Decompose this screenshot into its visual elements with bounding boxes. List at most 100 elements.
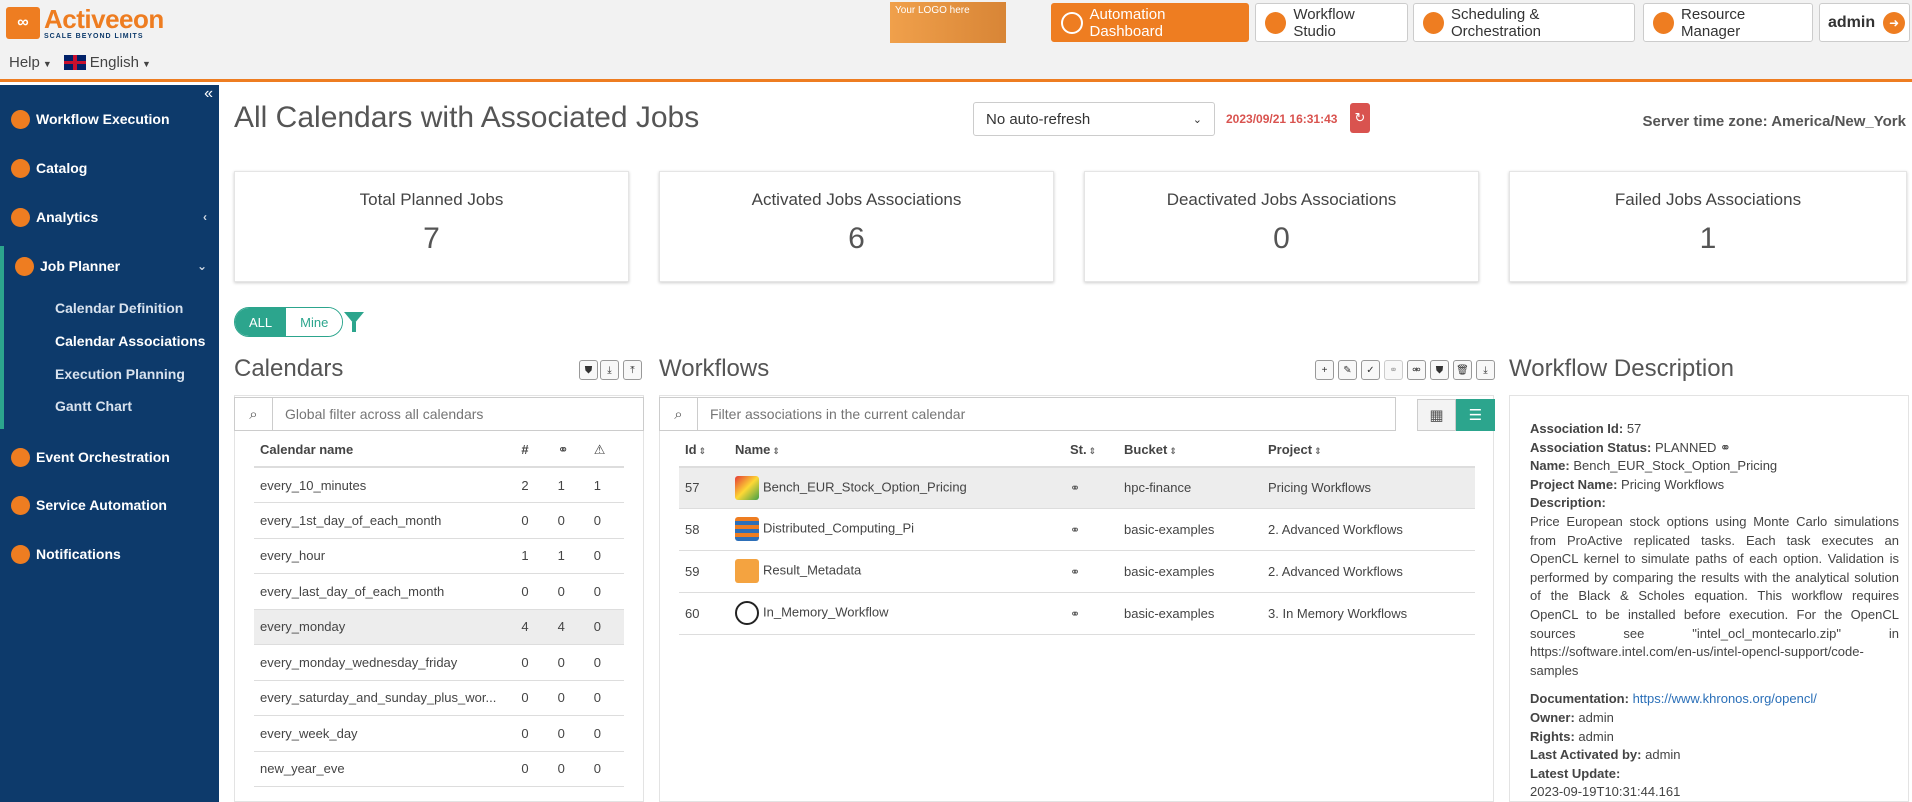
brand-name: Activeeon bbox=[44, 4, 164, 34]
col-status[interactable]: St. ⇕ bbox=[1064, 433, 1118, 468]
link-association-button[interactable]: ⚭ bbox=[1384, 360, 1403, 380]
sidebar-item-analytics[interactable]: Analytics ‹ bbox=[0, 202, 219, 232]
calendar-upload-button[interactable]: ⤒ bbox=[623, 360, 642, 380]
workflow-execution-icon bbox=[11, 109, 30, 129]
sidebar-item-workflow-execution[interactable]: Workflow Execution bbox=[0, 104, 219, 134]
warning-icon: ⚠ bbox=[593, 441, 606, 457]
sidebar-item-catalog[interactable]: Catalog bbox=[0, 153, 219, 183]
edit-association-button[interactable]: ✎ bbox=[1338, 360, 1357, 380]
project-name: Pricing Workflows bbox=[1621, 476, 1725, 492]
nav-workflow-studio[interactable]: Workflow Studio bbox=[1255, 3, 1408, 42]
link-icon: ⚭ bbox=[1070, 606, 1081, 621]
view-toggle: ▦ ☰ bbox=[1417, 399, 1495, 431]
table-row[interactable]: every_monday_wednesday_friday 0 0 0 bbox=[254, 644, 624, 681]
calendar-download-button[interactable]: ⤓ bbox=[600, 360, 619, 380]
delete-association-button[interactable]: 🗑 bbox=[1453, 360, 1472, 380]
unlink-association-button[interactable]: ⚮ bbox=[1407, 360, 1426, 380]
list-view-button[interactable]: ☰ bbox=[1456, 399, 1495, 431]
link-icon: ⚭ bbox=[1070, 564, 1081, 579]
brand-tagline: SCALE BEYOND LIMITS bbox=[44, 33, 144, 40]
grid-view-button[interactable]: ▦ bbox=[1417, 399, 1456, 431]
user-menu[interactable]: admin ➜ bbox=[1819, 3, 1910, 42]
help-menu[interactable]: Help ▼ bbox=[9, 54, 52, 71]
sidebar-subitem-gantt-chart[interactable]: Gantt Chart bbox=[55, 398, 132, 414]
link-icon: ⚭ bbox=[1070, 522, 1081, 537]
nav-resource-manager[interactable]: Resource Manager bbox=[1643, 3, 1813, 42]
table-row[interactable]: 60 In_Memory_Workflow ⚭ basic-examples 3… bbox=[679, 592, 1475, 635]
table-row[interactable]: every_last_day_of_each_month 0 0 0 bbox=[254, 573, 624, 610]
col-project[interactable]: Project ⇕ bbox=[1262, 433, 1475, 468]
calendars-title: Calendars bbox=[234, 355, 344, 382]
col-calendar-name[interactable]: Calendar name bbox=[254, 433, 516, 468]
analytics-icon bbox=[11, 207, 30, 227]
add-association-button[interactable]: + bbox=[1315, 360, 1334, 380]
col-name[interactable]: Name ⇕ bbox=[729, 433, 1064, 468]
nav-automation-dashboard[interactable]: Automation Dashboard bbox=[1051, 3, 1249, 42]
link-icon: ⚭ bbox=[1720, 439, 1731, 455]
logout-icon[interactable]: ➜ bbox=[1883, 11, 1906, 34]
activate-association-button[interactable]: ✓ bbox=[1361, 360, 1380, 380]
table-row[interactable]: 57 Bench_EUR_Stock_Option_Pricing ⚭ hpc-… bbox=[679, 467, 1475, 509]
sidebar-item-notifications[interactable]: Notifications bbox=[0, 539, 219, 569]
nav-scheduling-orchestration[interactable]: Scheduling & Orchestration bbox=[1413, 3, 1635, 42]
col-id[interactable]: Id ⇕ bbox=[679, 433, 729, 468]
stat-activated-associations: Activated Jobs Associations 6 bbox=[659, 171, 1054, 282]
workflow-search-input[interactable] bbox=[698, 399, 1395, 429]
brain-icon bbox=[735, 601, 759, 625]
check-icon: ✓ bbox=[1366, 364, 1375, 376]
table-row[interactable]: every_10_minutes 2 1 1 bbox=[254, 467, 624, 503]
association-status: PLANNED bbox=[1654, 439, 1717, 455]
sidebar-subitem-execution-planning[interactable]: Execution Planning bbox=[55, 366, 185, 382]
table-row[interactable]: every_monday 4 4 0 bbox=[254, 609, 624, 645]
table-row[interactable]: new_year_eve 0 0 0 bbox=[254, 751, 624, 787]
filter-all-button[interactable]: ALL bbox=[235, 308, 287, 336]
shield-association-button[interactable]: ⛊ bbox=[1430, 360, 1449, 380]
chevron-left-icon: ‹ bbox=[203, 210, 207, 224]
server-timezone: Server time zone: America/New_York bbox=[1642, 113, 1906, 130]
col-count[interactable]: # bbox=[515, 433, 552, 468]
table-row[interactable]: 59 Result_Metadata ⚭ basic-examples 2. A… bbox=[679, 550, 1475, 593]
sidebar-item-job-planner[interactable]: Job Planner ⌄ bbox=[4, 251, 219, 281]
link-icon: ⚭ bbox=[1389, 364, 1398, 376]
filter-icon[interactable] bbox=[344, 312, 364, 332]
sidebar-subitem-calendar-definition[interactable]: Calendar Definition bbox=[55, 300, 183, 316]
refresh-button[interactable]: ↻ bbox=[1350, 103, 1370, 133]
unlink-icon: ⚮ bbox=[1412, 364, 1421, 376]
calendars-table: Calendar name # ⚭ ⚠ every_10_minutes 2 1 1 e… bbox=[254, 433, 624, 787]
shield-icon: ⛊ bbox=[584, 364, 593, 376]
table-row[interactable]: 58 Distributed_Computing_Pi ⚭ basic-exam… bbox=[679, 508, 1475, 551]
table-row[interactable]: every_saturday_and_sunday_plus_wor... 0 0 0 bbox=[254, 680, 624, 716]
filter-mine-button[interactable]: Mine bbox=[286, 308, 343, 336]
col-warning[interactable]: ⚠ bbox=[587, 433, 624, 468]
calendar-search-input[interactable] bbox=[273, 399, 643, 429]
language-menu[interactable]: English ▼ bbox=[90, 54, 151, 71]
auto-refresh-select[interactable]: No auto-refresh ⌄ bbox=[973, 102, 1215, 136]
calendar-shield-button[interactable]: ⛊ bbox=[579, 360, 598, 380]
latest-update: 2023-09-19T10:31:44.161 bbox=[1530, 784, 1681, 800]
chevron-down-icon: ⌄ bbox=[196, 259, 207, 273]
sort-icon: ⇕ bbox=[1088, 446, 1097, 456]
opencl-gauge-icon bbox=[735, 475, 759, 500]
collapse-sidebar-icon[interactable]: « bbox=[204, 85, 213, 103]
table-row[interactable]: every_1st_day_of_each_month 0 0 0 bbox=[254, 502, 624, 539]
owner-filter-toggle: ALL Mine bbox=[234, 307, 344, 337]
col-bucket[interactable]: Bucket ⇕ bbox=[1118, 433, 1262, 468]
sidebar-item-event-orchestration[interactable]: Event Orchestration bbox=[0, 442, 219, 472]
stat-failed-associations: Failed Jobs Associations 1 bbox=[1509, 171, 1907, 282]
sidebar-item-service-automation[interactable]: Service Automation bbox=[0, 490, 219, 520]
table-row[interactable]: every_week_day 0 0 0 bbox=[254, 715, 624, 752]
workflows-table: Id ⇕ Name ⇕ St. ⇕ Bucket ⇕ Project ⇕ 57 Bench… bbox=[679, 433, 1475, 635]
page-title: All Calendars with Associated Jobs bbox=[234, 101, 700, 134]
stat-deactivated-associations: Deactivated Jobs Associations 0 bbox=[1084, 171, 1479, 282]
table-row[interactable]: every_hour 1 1 0 bbox=[254, 538, 624, 574]
download-association-button[interactable]: ⤓ bbox=[1476, 360, 1495, 380]
documentation-link[interactable]: https://www.khronos.org/opencl/ bbox=[1633, 691, 1817, 706]
link-icon: ⚭ bbox=[1070, 481, 1081, 496]
association-id: 57 bbox=[1626, 421, 1642, 436]
sidebar-subitem-calendar-associations[interactable]: Calendar Associations bbox=[55, 333, 205, 349]
col-linked[interactable]: ⚭ bbox=[551, 433, 588, 468]
catalog-icon bbox=[11, 158, 30, 178]
calendar-search: ⌕ bbox=[234, 397, 644, 431]
activeeon-logo[interactable]: ∞ Activeeon SCALE BEYOND LIMITS bbox=[6, 6, 164, 40]
search-icon: ⌕ bbox=[235, 398, 273, 430]
